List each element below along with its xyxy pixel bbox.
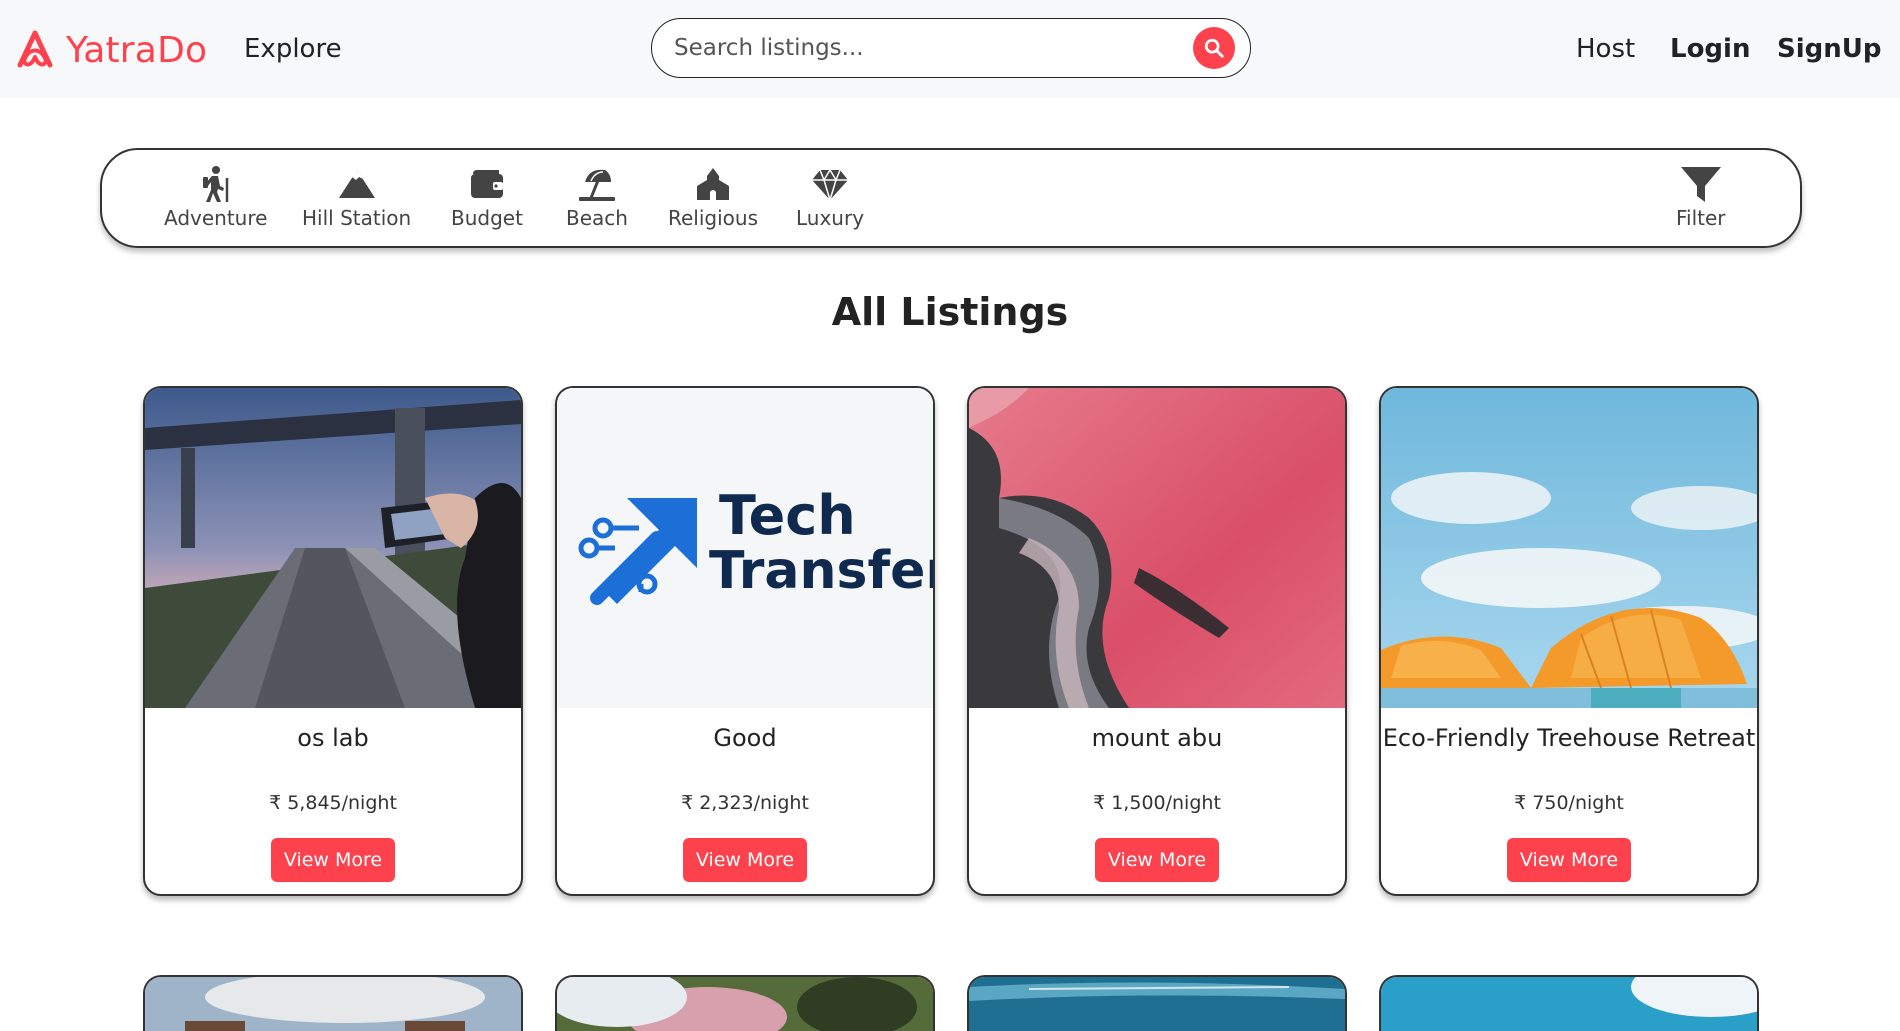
category-label: Budget bbox=[451, 206, 523, 230]
tech-transfer-logo: Tech Transfer bbox=[557, 388, 933, 708]
listing-image[interactable] bbox=[557, 977, 933, 1031]
listing-title: os lab bbox=[297, 724, 369, 752]
listing-title: mount abu bbox=[1091, 724, 1223, 752]
listing-card[interactable] bbox=[967, 975, 1347, 1031]
brand-logo-link[interactable]: YatraDo bbox=[14, 26, 207, 74]
listing-card[interactable]: Eco-Friendly Treehouse Retreat ₹ 750/nig… bbox=[1379, 386, 1759, 896]
view-more-button[interactable]: View More bbox=[1095, 838, 1219, 882]
listing-price: ₹ 750/night bbox=[1514, 792, 1624, 814]
nav-signup-link[interactable]: SignUp bbox=[1777, 34, 1881, 64]
listing-card[interactable] bbox=[143, 975, 523, 1031]
search-form bbox=[651, 18, 1251, 78]
listing-card[interactable] bbox=[1379, 975, 1759, 1031]
wallet-icon bbox=[470, 170, 503, 198]
category-beach[interactable]: Beach bbox=[566, 164, 628, 230]
listing-image[interactable] bbox=[145, 388, 521, 708]
listing-image[interactable]: Tech Transfer bbox=[557, 388, 933, 708]
listing-price: ₹ 2,323/night bbox=[681, 792, 809, 814]
nav-login-link[interactable]: Login bbox=[1670, 34, 1750, 64]
airbnb-style-logo-icon bbox=[17, 30, 53, 68]
bridge-road-photo bbox=[145, 388, 521, 708]
listing-price: ₹ 5,845/night bbox=[269, 792, 397, 814]
search-button[interactable] bbox=[1193, 27, 1235, 69]
category-label: Adventure bbox=[164, 206, 268, 230]
place-of-worship-icon bbox=[697, 168, 729, 200]
listing-card[interactable]: Tech Transfer Good ₹ 2,323/night View Mo… bbox=[555, 386, 935, 896]
nav-host-link[interactable]: Host bbox=[1576, 34, 1635, 64]
listing-title: Good bbox=[713, 724, 777, 752]
view-more-button[interactable]: View More bbox=[683, 838, 807, 882]
gem-icon bbox=[812, 168, 849, 201]
hiking-icon bbox=[202, 166, 228, 202]
category-filter-bar: Adventure Hill Station Budget Beach Reli… bbox=[100, 148, 1802, 248]
listing-card[interactable]: mount abu ₹ 1,500/night View More bbox=[967, 386, 1347, 896]
listing-image[interactable] bbox=[1381, 388, 1757, 708]
orange-umbrellas-photo bbox=[1381, 388, 1757, 708]
listing-image[interactable] bbox=[145, 977, 521, 1031]
view-more-button[interactable]: View More bbox=[271, 838, 395, 882]
category-hill-station[interactable]: Hill Station bbox=[302, 164, 411, 230]
search-input[interactable] bbox=[674, 19, 1154, 76]
category-label: Religious bbox=[668, 206, 758, 230]
category-label: Luxury bbox=[796, 206, 865, 230]
logo-text-transfer: Transfer bbox=[709, 541, 933, 601]
listing-title: Eco-Friendly Treehouse Retreat bbox=[1382, 724, 1756, 752]
category-budget[interactable]: Budget bbox=[451, 164, 523, 230]
category-religious[interactable]: Religious bbox=[668, 164, 758, 230]
category-luxury[interactable]: Luxury bbox=[796, 164, 864, 230]
mountain-icon bbox=[338, 170, 375, 198]
listing-price: ₹ 1,500/night bbox=[1093, 792, 1221, 814]
brand-name: YatraDo bbox=[66, 29, 208, 71]
logo-text-tech: Tech bbox=[719, 484, 856, 547]
filter-label: Filter bbox=[1676, 206, 1726, 230]
view-more-button[interactable]: View More bbox=[1507, 838, 1631, 882]
search-icon bbox=[1204, 38, 1224, 58]
listing-card[interactable] bbox=[555, 975, 935, 1031]
filter-button[interactable]: Filter bbox=[1676, 164, 1726, 230]
listing-card[interactable]: os lab ₹ 5,845/night View More bbox=[143, 386, 523, 896]
navbar: YatraDo Explore Host Login SignUp bbox=[0, 0, 1900, 98]
listing-image[interactable] bbox=[969, 977, 1345, 1031]
nav-explore-link[interactable]: Explore bbox=[244, 34, 342, 64]
category-label: Hill Station bbox=[302, 206, 412, 230]
page-title: All Listings bbox=[831, 290, 1069, 334]
filter-icon bbox=[1680, 167, 1721, 202]
umbrella-beach-icon bbox=[578, 169, 615, 201]
listing-image[interactable] bbox=[969, 388, 1345, 708]
listing-image[interactable] bbox=[1381, 977, 1757, 1031]
category-adventure[interactable]: Adventure bbox=[164, 164, 267, 230]
category-label: Beach bbox=[566, 206, 628, 230]
pink-lake-aerial-photo bbox=[969, 388, 1345, 708]
